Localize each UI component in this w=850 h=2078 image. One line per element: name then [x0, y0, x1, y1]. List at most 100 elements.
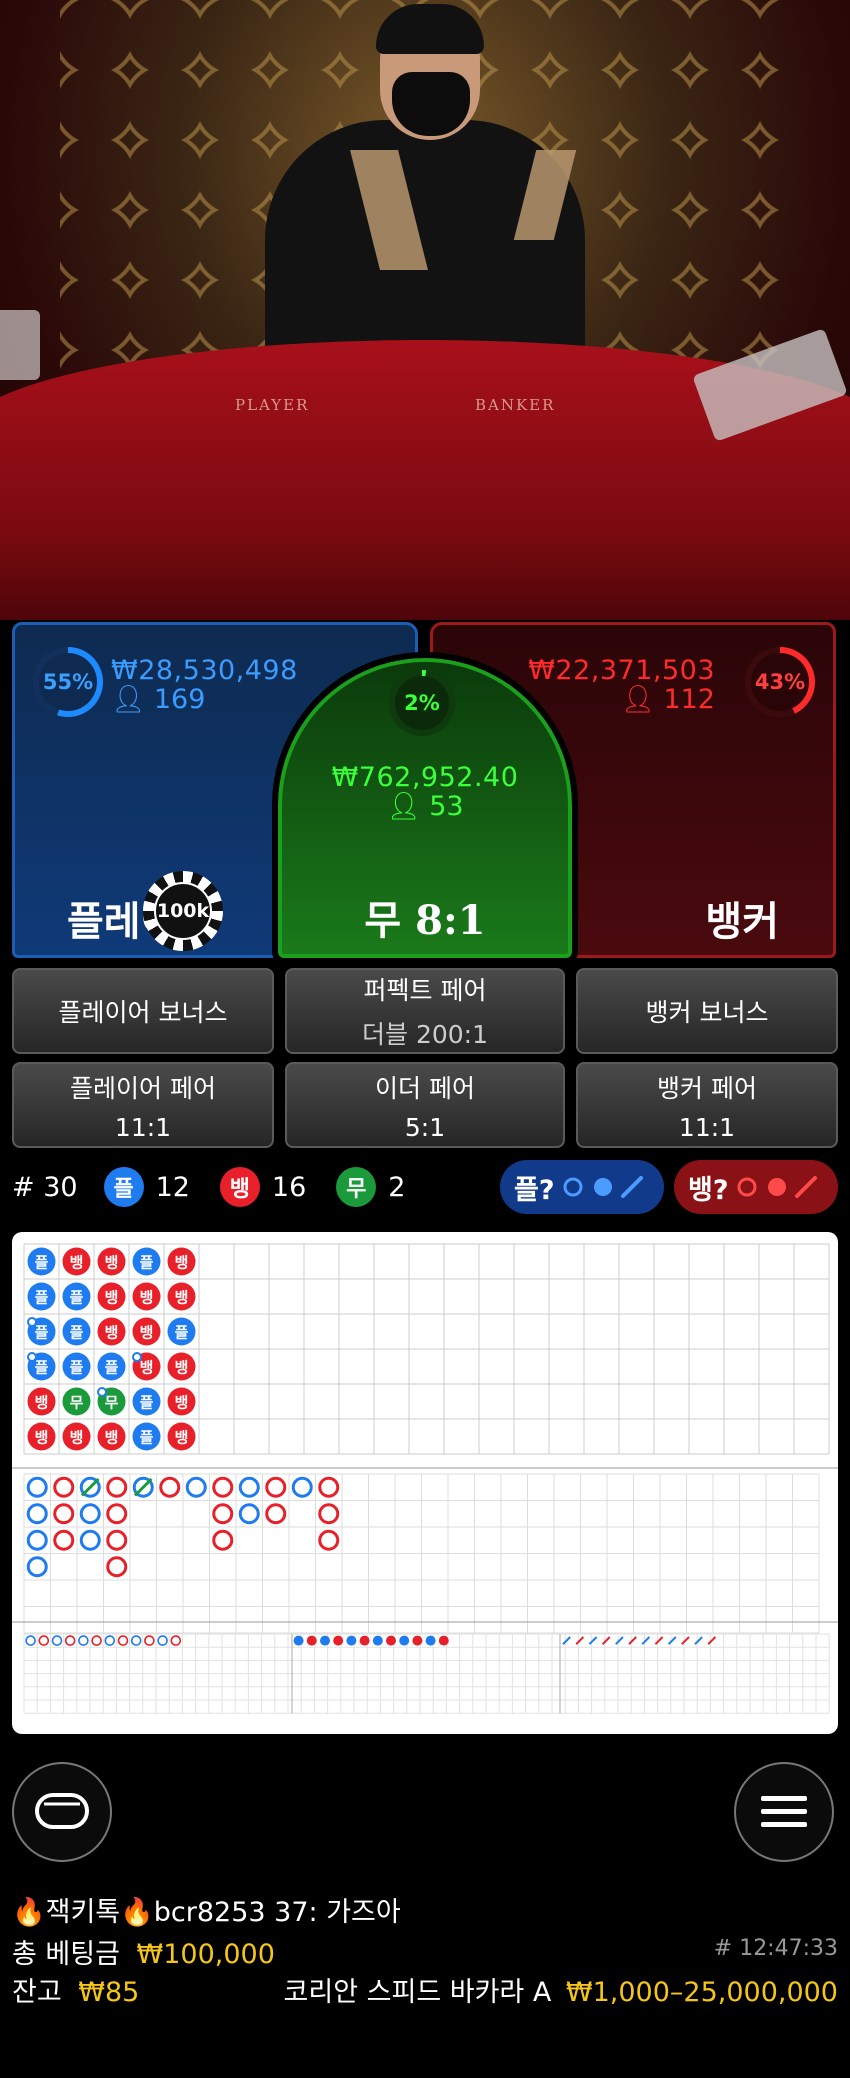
bead-label: 무 — [70, 1394, 84, 1412]
bead-label: 뱅 — [70, 1429, 84, 1447]
lobby-button[interactable] — [12, 1762, 112, 1862]
banker-predict-label: 뱅? — [688, 1174, 729, 1206]
either-pair-button[interactable]: 이더 페어 5:1 — [285, 1062, 565, 1148]
bigroad-mark — [238, 1476, 260, 1498]
person-icon: 👤︎ — [111, 684, 146, 715]
bead-label: 뱅 — [35, 1429, 49, 1447]
big-eye-mark — [130, 1635, 142, 1646]
small-road-mark — [438, 1635, 449, 1646]
bead-label: 플 — [35, 1254, 49, 1272]
big-eye-mark — [25, 1635, 36, 1646]
bigroad-mark — [318, 1529, 340, 1551]
total-bet-row: 총 베팅금 ₩100,000 # 12:47:33 — [12, 1932, 838, 1971]
perfect-pair-label: 퍼펙트 페어 — [363, 976, 487, 1005]
chat-badge: 잭키톡 — [45, 1897, 121, 1928]
bigroad-mark — [212, 1529, 234, 1551]
small-road-mark — [399, 1635, 410, 1646]
tie-win-count: 2 — [388, 1171, 406, 1203]
bead-label: 뱅 — [105, 1429, 119, 1447]
bead-label: 플 — [70, 1324, 84, 1342]
bigroad-mark — [79, 1503, 101, 1525]
banker-percent: 43% — [751, 653, 809, 711]
tie-percent: 2% — [395, 676, 449, 730]
bet-panel: 55% ₩28,530,498 👤︎ 169 플레이어 100k ₩22,371… — [0, 620, 850, 964]
tie-amount: ₩762,952.40 — [331, 762, 519, 793]
either-pair-odds: 5:1 — [404, 1112, 446, 1142]
menu-button[interactable] — [734, 1762, 834, 1862]
cockroach-mark — [575, 1636, 585, 1645]
big-eye-mark — [38, 1635, 50, 1646]
person-icon: 👤︎ — [386, 791, 421, 822]
bigroad-mark — [106, 1503, 128, 1525]
bead-label: 무 — [105, 1394, 119, 1412]
player-win-count: 12 — [155, 1171, 190, 1203]
bead-label: 뱅 — [105, 1324, 119, 1342]
player-pair-label: 플레이어 페어 — [70, 1073, 216, 1103]
bigroad-mark — [106, 1529, 128, 1551]
tie-bettors: 👤︎ 53 — [282, 790, 568, 822]
bead-label: 플 — [105, 1359, 119, 1377]
balance-row: 잔고 ₩85 코리안 스피드 바카라 A ₩1,000–25,000,000 — [12, 1970, 838, 2009]
round-count: # 30 — [12, 1171, 78, 1203]
small-road-mark — [425, 1635, 436, 1646]
bigroad-mark — [265, 1476, 287, 1498]
small-road-mark — [359, 1635, 370, 1646]
bigroad-mark — [212, 1476, 234, 1498]
big-eye-mark — [91, 1635, 102, 1646]
bead-label: 뱅 — [175, 1429, 189, 1447]
round-id: # 12:47:33 — [713, 1936, 838, 1961]
big-eye-mark — [104, 1635, 116, 1646]
bigroad-mark — [106, 1556, 128, 1578]
cockroach-mark — [615, 1636, 624, 1645]
big-eye-mark — [157, 1635, 168, 1646]
tie-dot: 무 — [336, 1167, 377, 1207]
banker-bonus-button[interactable]: 뱅커 보너스 — [576, 968, 838, 1054]
predict-icons — [737, 1176, 817, 1198]
cockroach-mark — [707, 1636, 717, 1645]
bead-label: 플 — [140, 1394, 154, 1412]
dealer-mask — [392, 72, 470, 136]
player-bonus-button[interactable]: 플레이어 보너스 — [12, 968, 274, 1054]
bigroad-mark — [53, 1476, 75, 1498]
cockroach-mark — [588, 1636, 598, 1645]
banker-pair-button[interactable]: 뱅커 페어 11:1 — [576, 1062, 838, 1148]
player-percent: 55% — [39, 653, 97, 711]
small-road-mark — [293, 1635, 304, 1646]
fire-icon: 🔥 — [12, 1897, 46, 1928]
player-predict-label: 플? — [514, 1174, 555, 1206]
banker-bonus-label: 뱅커 보너스 — [645, 998, 769, 1027]
bigroad-mark — [106, 1476, 128, 1498]
bead-label: 뱅 — [140, 1289, 154, 1307]
bead-label: 플 — [140, 1254, 154, 1272]
bead-label: 플 — [140, 1429, 154, 1447]
banker-pair-label: 뱅커 페어 — [657, 1073, 757, 1103]
cockroach-mark — [628, 1636, 637, 1645]
table-banker-label: BANKER — [475, 396, 556, 414]
player-dot: 플 — [103, 1167, 144, 1207]
small-road-mark — [346, 1635, 357, 1646]
pair-mark — [97, 1387, 107, 1397]
chat-bubble-icon — [35, 1793, 89, 1829]
roadmap-grid: 플플플플뱅뱅뱅플플플무뱅뱅뱅뱅플무뱅플뱅뱅뱅플플뱅뱅플뱅뱅뱅 — [12, 1243, 838, 1714]
banker-label: 뱅커 — [705, 899, 779, 945]
banker-win-count: 16 — [271, 1171, 307, 1203]
scoreboard[interactable]: 플플플플뱅뱅뱅플플플무뱅뱅뱅뱅플무뱅플뱅뱅뱅플플뱅뱅플뱅뱅뱅 — [12, 1232, 838, 1734]
tie-percent-ring: 2% — [389, 670, 455, 736]
cockroach-mark — [654, 1636, 664, 1645]
bigroad-mark — [53, 1529, 75, 1551]
table-player-label: PLAYER — [235, 396, 310, 414]
tie-bet-spot[interactable]: 2% ₩762,952.40 👤︎ 53 무 8:1 — [272, 652, 578, 964]
player-predict-button[interactable]: 플? — [500, 1160, 664, 1214]
banker-predict-button[interactable]: 뱅? — [674, 1160, 838, 1214]
perfect-pair-button[interactable]: 퍼펙트 페어 더블 200:1 — [285, 968, 565, 1054]
bead-label: 뱅 — [105, 1254, 119, 1272]
bead-label: 플 — [70, 1359, 84, 1377]
bead-label: 뱅 — [175, 1394, 189, 1412]
small-road-mark — [386, 1635, 396, 1646]
chip-100k[interactable]: 100k — [143, 871, 223, 951]
tie-count: 53 — [429, 791, 464, 822]
big-eye-mark — [170, 1635, 182, 1646]
player-pair-button[interactable]: 플레이어 페어 11:1 — [12, 1062, 274, 1148]
bead-label: 플 — [175, 1324, 189, 1342]
bigroad-mark — [238, 1503, 260, 1525]
